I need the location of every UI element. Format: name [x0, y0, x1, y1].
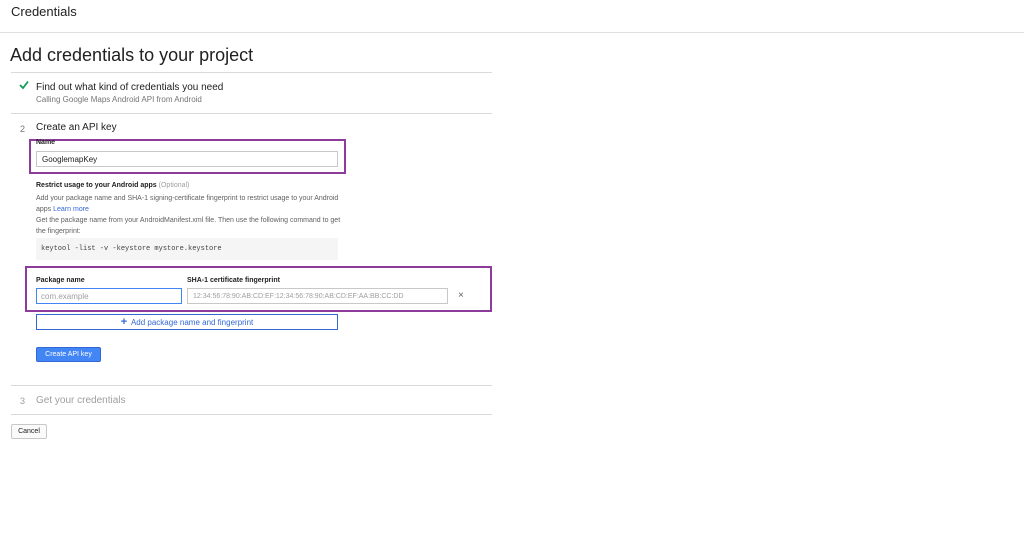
package-name-label: Package name [36, 277, 85, 284]
restrict-description: Add your package name and SHA-1 signing-… [36, 193, 346, 237]
step3-title: Get your credentials [36, 395, 126, 406]
add-package-label: Add package name and fingerprint [130, 318, 254, 327]
step1-title: Find out what kind of credentials you ne… [36, 82, 224, 93]
top-bar: Credentials [0, 0, 1024, 33]
create-api-key-button[interactable]: Create API key [36, 347, 101, 362]
restrict-title: Restrict usage to your Android apps (Opt… [36, 182, 189, 189]
cancel-button[interactable]: Cancel [11, 424, 47, 439]
name-label: Name [36, 139, 56, 146]
name-input[interactable] [36, 151, 338, 167]
step1-subtitle: Calling Google Maps Android API from And… [36, 95, 202, 104]
divider [11, 414, 492, 415]
learn-more-link[interactable]: Learn more [53, 206, 89, 213]
divider [11, 113, 492, 114]
plus-icon: + [120, 316, 128, 328]
sha-label: SHA-1 certificate fingerprint [187, 277, 280, 284]
divider [11, 385, 492, 386]
divider [11, 72, 492, 73]
remove-row-button[interactable]: × [458, 290, 464, 301]
optional-tag: (Optional) [158, 182, 190, 189]
sha-fingerprint-input[interactable] [187, 288, 448, 304]
command-box: keytool -list -v -keystore mystore.keyst… [36, 238, 338, 260]
package-name-input[interactable] [36, 288, 182, 304]
header-title: Credentials [11, 4, 77, 19]
step3-number: 3 [20, 396, 26, 406]
check-icon [19, 80, 29, 90]
step2-number: 2 [20, 124, 26, 134]
add-package-button[interactable]: + Add package name and fingerprint [36, 314, 338, 330]
restrict-title-text: Restrict usage to your Android apps [36, 182, 157, 189]
step2-title: Create an API key [36, 122, 117, 133]
page-title: Add credentials to your project [10, 45, 254, 65]
restrict-desc-2: Get the package name from your AndroidMa… [36, 217, 341, 235]
